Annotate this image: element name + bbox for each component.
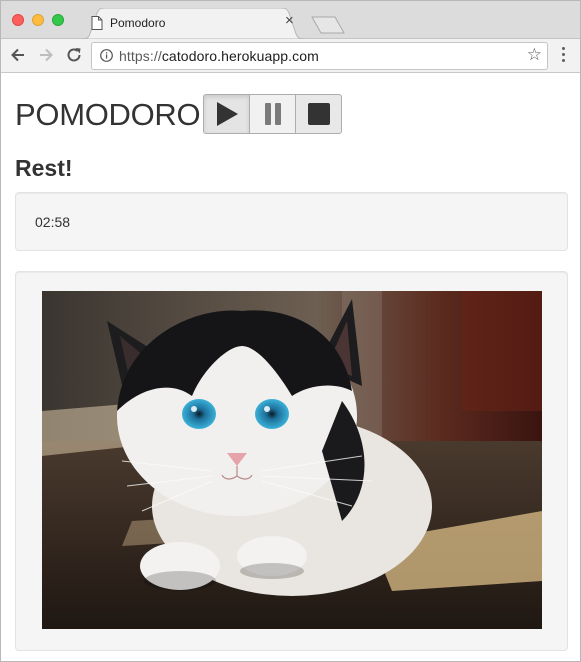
page-title: POMODORO [15, 97, 201, 132]
stop-icon [307, 103, 330, 125]
pause-icon [264, 103, 281, 125]
status-heading: Rest! [15, 155, 73, 181]
tab-strip: Pomodoro × [1, 1, 580, 39]
forward-arrow-icon[interactable] [36, 45, 56, 65]
browser-window: Pomodoro × https://catodoro.herokuapp.co… [0, 0, 581, 662]
page-content: POMODORO Rest! 02:58 [1, 73, 580, 661]
reload-icon[interactable] [64, 45, 84, 65]
timer-controls [203, 94, 342, 134]
back-arrow-icon[interactable] [8, 45, 28, 65]
timer-display: 02:58 [35, 214, 71, 230]
document-icon [91, 16, 103, 30]
address-bar[interactable]: https://catodoro.herokuapp.com ☆ [91, 42, 548, 70]
minimize-window-button[interactable] [32, 14, 44, 26]
pause-button[interactable] [249, 94, 296, 134]
browser-toolbar: https://catodoro.herokuapp.com ☆ [1, 39, 580, 73]
timer-panel: 02:58 [15, 192, 568, 251]
zoom-window-button[interactable] [52, 14, 64, 26]
close-window-button[interactable] [12, 14, 24, 26]
url-text: https://catodoro.herokuapp.com [119, 48, 319, 64]
url-scheme: https:// [119, 48, 162, 64]
close-icon[interactable]: × [285, 13, 294, 29]
menu-icon[interactable] [562, 47, 566, 63]
kitten-photo [42, 291, 542, 629]
play-button[interactable] [203, 94, 250, 134]
tab-title: Pomodoro [110, 16, 166, 30]
image-panel [15, 271, 568, 651]
play-icon [216, 102, 238, 126]
info-icon[interactable] [100, 49, 113, 62]
url-host: catodoro.herokuapp.com [161, 48, 319, 64]
stop-button[interactable] [295, 94, 342, 134]
tab-pomodoro[interactable]: Pomodoro × [81, 8, 305, 39]
new-tab-button[interactable] [311, 16, 345, 34]
star-icon[interactable]: ☆ [527, 46, 542, 64]
